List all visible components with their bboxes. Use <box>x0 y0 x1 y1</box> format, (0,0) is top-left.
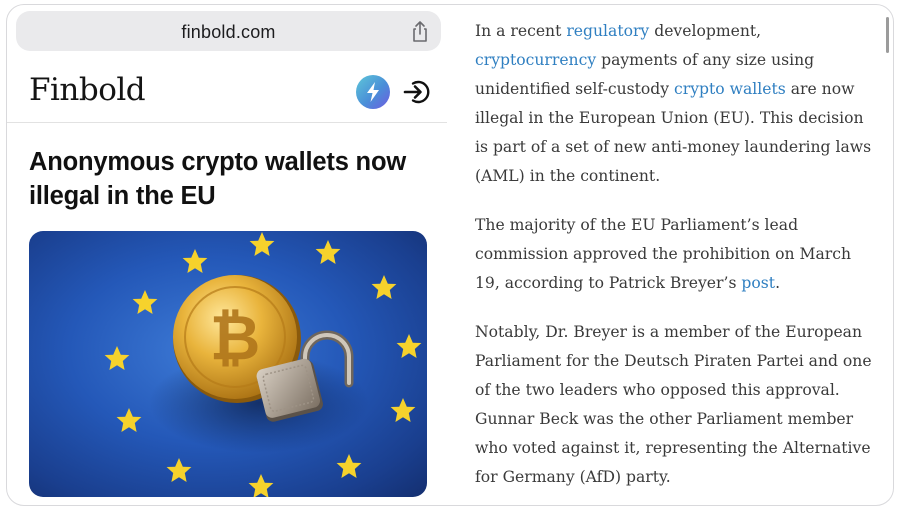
headline-line-1: Anonymous crypto wallets now <box>29 148 406 176</box>
article-body: In a recent regulatory development, cryp… <box>475 17 875 505</box>
p1-text-1: In a recent <box>475 22 567 40</box>
post-link[interactable]: post <box>741 274 775 292</box>
share-icon[interactable] <box>409 20 431 44</box>
p1-text-2: development, <box>649 22 762 40</box>
paragraph-1: In a recent regulatory development, cryp… <box>475 17 875 191</box>
lightning-bolt-icon[interactable] <box>356 75 390 109</box>
crypto-wallets-link[interactable]: crypto wallets <box>674 80 786 98</box>
article-headline[interactable]: Anonymous crypto wallets now illegal in … <box>29 145 449 213</box>
screenshot-frame: finbold.com Finbold Anonymous crypto wal… <box>6 4 894 506</box>
paragraph-3: Notably, Dr. Breyer is a member of the E… <box>475 318 875 492</box>
site-header: Finbold <box>7 60 447 123</box>
p3-text-1: Notably, Dr. Breyer is a member of the E… <box>475 323 872 486</box>
login-arrow-icon[interactable] <box>402 77 432 107</box>
svg-text:₿: ₿ <box>210 304 261 373</box>
cryptocurrency-link[interactable]: cryptocurrency <box>475 51 596 69</box>
p2-text-1: The majority of the EU Parliament’s lead… <box>475 216 851 292</box>
mobile-article-panel: finbold.com Finbold Anonymous crypto wal… <box>7 5 459 505</box>
url-text: finbold.com <box>181 22 276 42</box>
regulatory-link[interactable]: regulatory <box>566 22 649 40</box>
scrollbar[interactable] <box>886 17 889 53</box>
p2-text-2: . <box>775 274 781 292</box>
address-bar[interactable]: finbold.com <box>16 11 441 51</box>
paragraph-2: The majority of the EU Parliament’s lead… <box>475 211 875 298</box>
headline-line-2: illegal in the EU <box>29 182 216 210</box>
hero-illustration: ₿ <box>104 232 422 497</box>
finbold-logo[interactable]: Finbold <box>29 72 146 108</box>
article-hero-image[interactable]: ₿ <box>29 231 427 497</box>
